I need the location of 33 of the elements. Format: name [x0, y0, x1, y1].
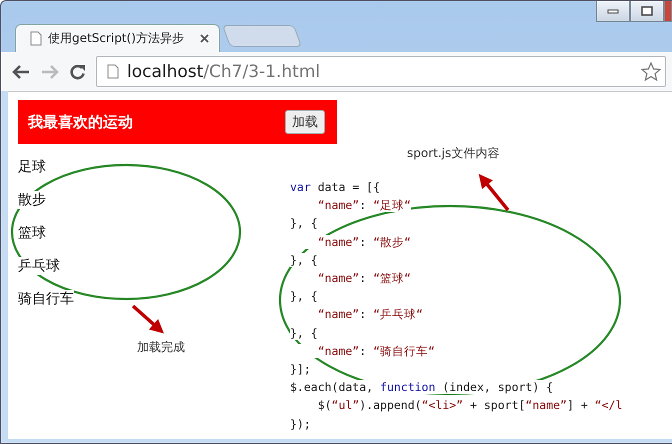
sport-item: 乒乓球	[18, 257, 60, 275]
tab-title: 使用getScript()方法异步	[48, 30, 185, 47]
url-text: localhost/Ch7/3-1.html	[127, 62, 322, 82]
code-line: “name”: “骑自行车“	[290, 342, 435, 360]
page-icon	[30, 31, 42, 46]
annotation-label: sport.js文件内容	[407, 145, 500, 162]
page-icon	[107, 64, 119, 79]
sport-item: 散步	[18, 191, 46, 209]
load-button[interactable]: 加载	[285, 110, 325, 134]
sport-item: 骑自行车	[18, 290, 74, 308]
arrow	[132, 304, 164, 334]
annotation-label: 加载完成	[137, 339, 185, 356]
maximize-button[interactable]	[630, 1, 664, 22]
page-heading: 我最喜欢的运动	[28, 112, 133, 132]
reload-icon[interactable]	[69, 62, 87, 80]
minimize-icon	[607, 8, 619, 14]
sport-item: 足球	[18, 158, 46, 176]
code-line: “name”: “乒乓球“	[290, 305, 423, 324]
code-line: var data = [{	[290, 179, 380, 196]
minimize-button[interactable]	[596, 1, 630, 22]
close-icon[interactable]	[200, 34, 209, 43]
sport-item: 篮球	[18, 224, 46, 242]
code-line: “name”: “足球“	[290, 196, 411, 214]
arrow	[478, 174, 510, 212]
address-field[interactable]: localhost/Ch7/3-1.html	[96, 56, 666, 87]
back-icon[interactable]	[11, 64, 31, 80]
code-line: “name”: “篮球“	[290, 269, 411, 288]
code-line: $.each(data, function (index, sport) {	[290, 379, 554, 396]
code-line: $(“ul”).append(“<li>” + sport[“name”] + “</l	[290, 396, 622, 415]
star-icon[interactable]	[641, 62, 661, 81]
browser-tab[interactable]: 使用getScript()方法异步	[15, 24, 220, 52]
code-line: “name”: “散步“	[290, 232, 411, 251]
maximize-icon	[641, 6, 653, 16]
